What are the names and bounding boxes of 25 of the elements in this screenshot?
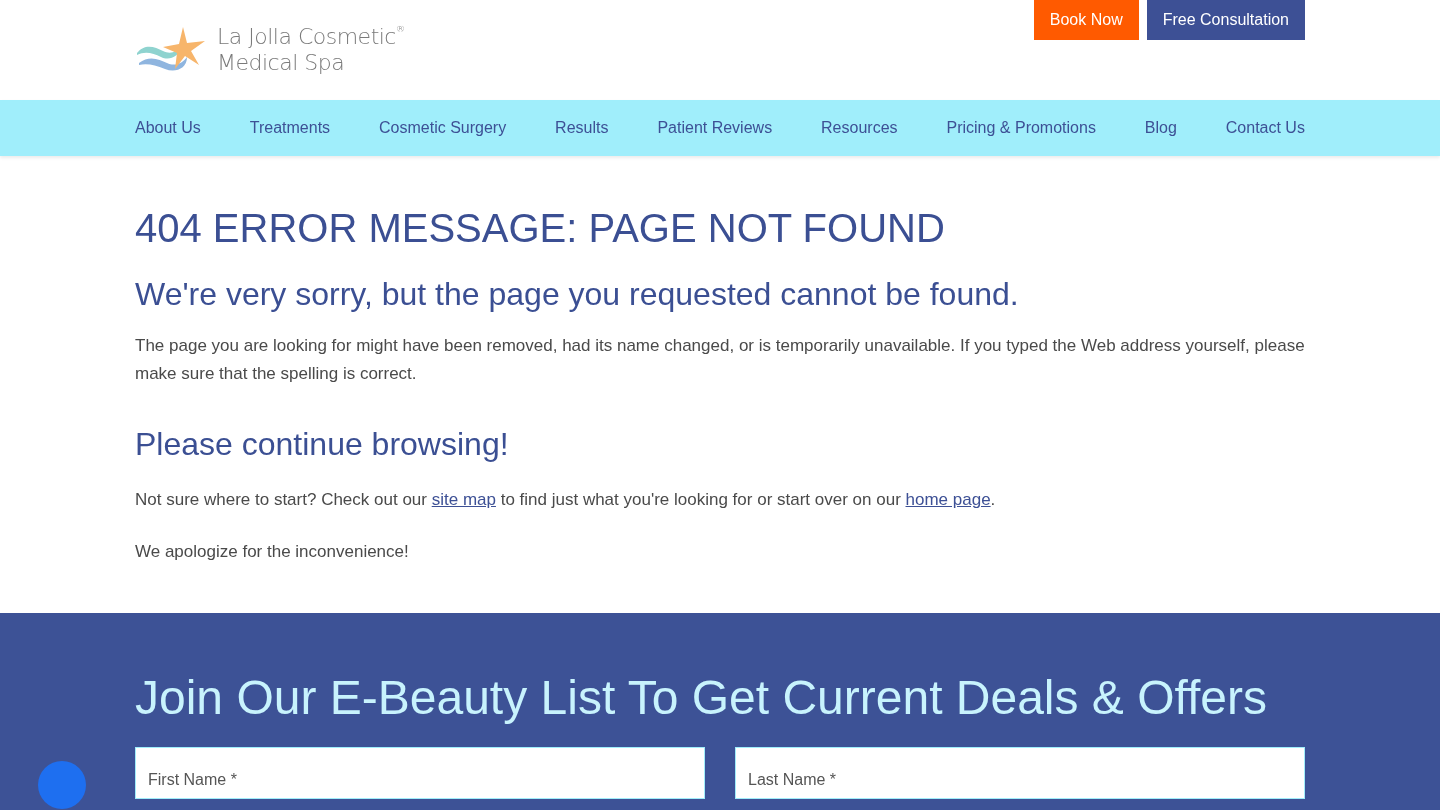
signup-title: Join Our E-Beauty List To Get Current Deals & Offers [135,670,1269,726]
input-field[interactable]: First Name * [135,747,705,799]
nav-link[interactable]: Pricing & Promotions [946,119,1096,137]
page-title: 404 ERROR MESSAGE: PAGE NOT FOUND [135,205,946,252]
input-field[interactable]: Last Name * [735,747,1305,799]
link[interactable]: site map [431,490,496,509]
logo-text: La Jolla Cosmetic$^{®}$ [217,24,405,50]
nav-link[interactable]: Resources [821,119,898,137]
header-button[interactable]: Free Consultation [1146,0,1305,40]
paragraph: We apologize for the inconvenience! [135,541,410,563]
paragraph: Not sure where to start? Check out our site map to find just what you're looking for or start over on our home page. [135,489,997,511]
nav-link[interactable]: About Us [135,119,201,137]
nav-link[interactable]: Cosmetic Surgery [379,119,507,137]
paragraph: The page you are looking for might have been removed, had its name changed, or is temporarily unavailable. If you typed the Web address yourself, please make sure that the spelling is correct. [135,335,1305,385]
logo-text: Medical Spa [217,50,346,76]
nav-link[interactable]: Treatments [249,119,331,137]
page-subtitle: We're very sorry, but the page you requested cannot be found. [135,275,1020,314]
nav-link[interactable]: Patient Reviews [657,119,773,137]
logo[interactable]: La Jolla Cosmetic$^{®}$ Medical Spa [135,24,405,76]
nav-link[interactable]: Results [555,119,609,137]
nav-link[interactable]: Contact Us [1225,119,1305,137]
link[interactable]: home page [905,490,991,509]
nav-link[interactable]: Blog [1144,119,1177,137]
section-heading: Please continue browsing! [135,425,510,464]
header-button[interactable]: Book Now [1033,0,1139,40]
